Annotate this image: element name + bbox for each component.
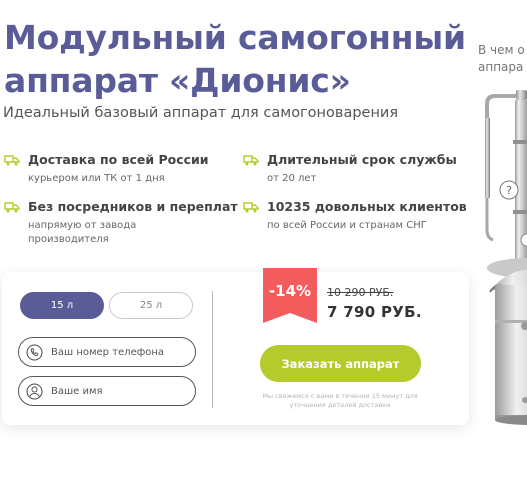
page-title: Модульный самогонный аппарат «Дионис» [4,18,466,100]
page-subtitle: Идеальный базовый аппарат для самогонова… [3,105,399,121]
phone-field[interactable] [18,337,196,367]
feature-title: Длительный срок службы [267,152,457,167]
help-marker[interactable]: ? [506,184,512,197]
feature-title: Без посредников и переплат [28,199,238,214]
new-price: 7 790 РУБ. [327,303,422,321]
feature-subtitle: по всей России и странам СНГ [267,220,427,231]
side-heading: В чем о аппара [478,42,527,76]
volume-option-25[interactable]: 25 л [109,292,193,319]
truck-icon [4,202,20,213]
callback-note: Мы свяжемся с вами в течении 15 минут дл… [262,392,418,409]
feature-subtitle: от 20 лет [267,173,317,184]
user-icon [26,383,43,400]
old-price: 10 290 РУБ. [327,286,394,299]
discount-label: -14% [268,282,312,300]
side-heading-line: аппара [478,60,524,74]
name-input[interactable] [51,383,189,399]
phone-input[interactable] [51,344,189,360]
volume-option-15[interactable]: 15 л [20,292,104,319]
name-field[interactable] [18,376,196,406]
order-button[interactable]: Заказать аппарат [260,345,421,382]
side-heading-line: В чем о [478,43,525,57]
truck-icon [4,155,20,166]
phone-icon [26,344,43,361]
truck-icon [243,155,259,166]
feature-title: Доставка по всей России [28,152,209,167]
feature-subtitle: курьером или ТК от 1 дня [28,173,165,184]
product-image: ? [485,90,527,425]
feature-title: 10235 довольных клиентов [267,199,467,214]
card-divider [212,291,213,408]
truck-icon [243,202,259,213]
feature-subtitle: напрямую от завода производителя [28,220,137,245]
